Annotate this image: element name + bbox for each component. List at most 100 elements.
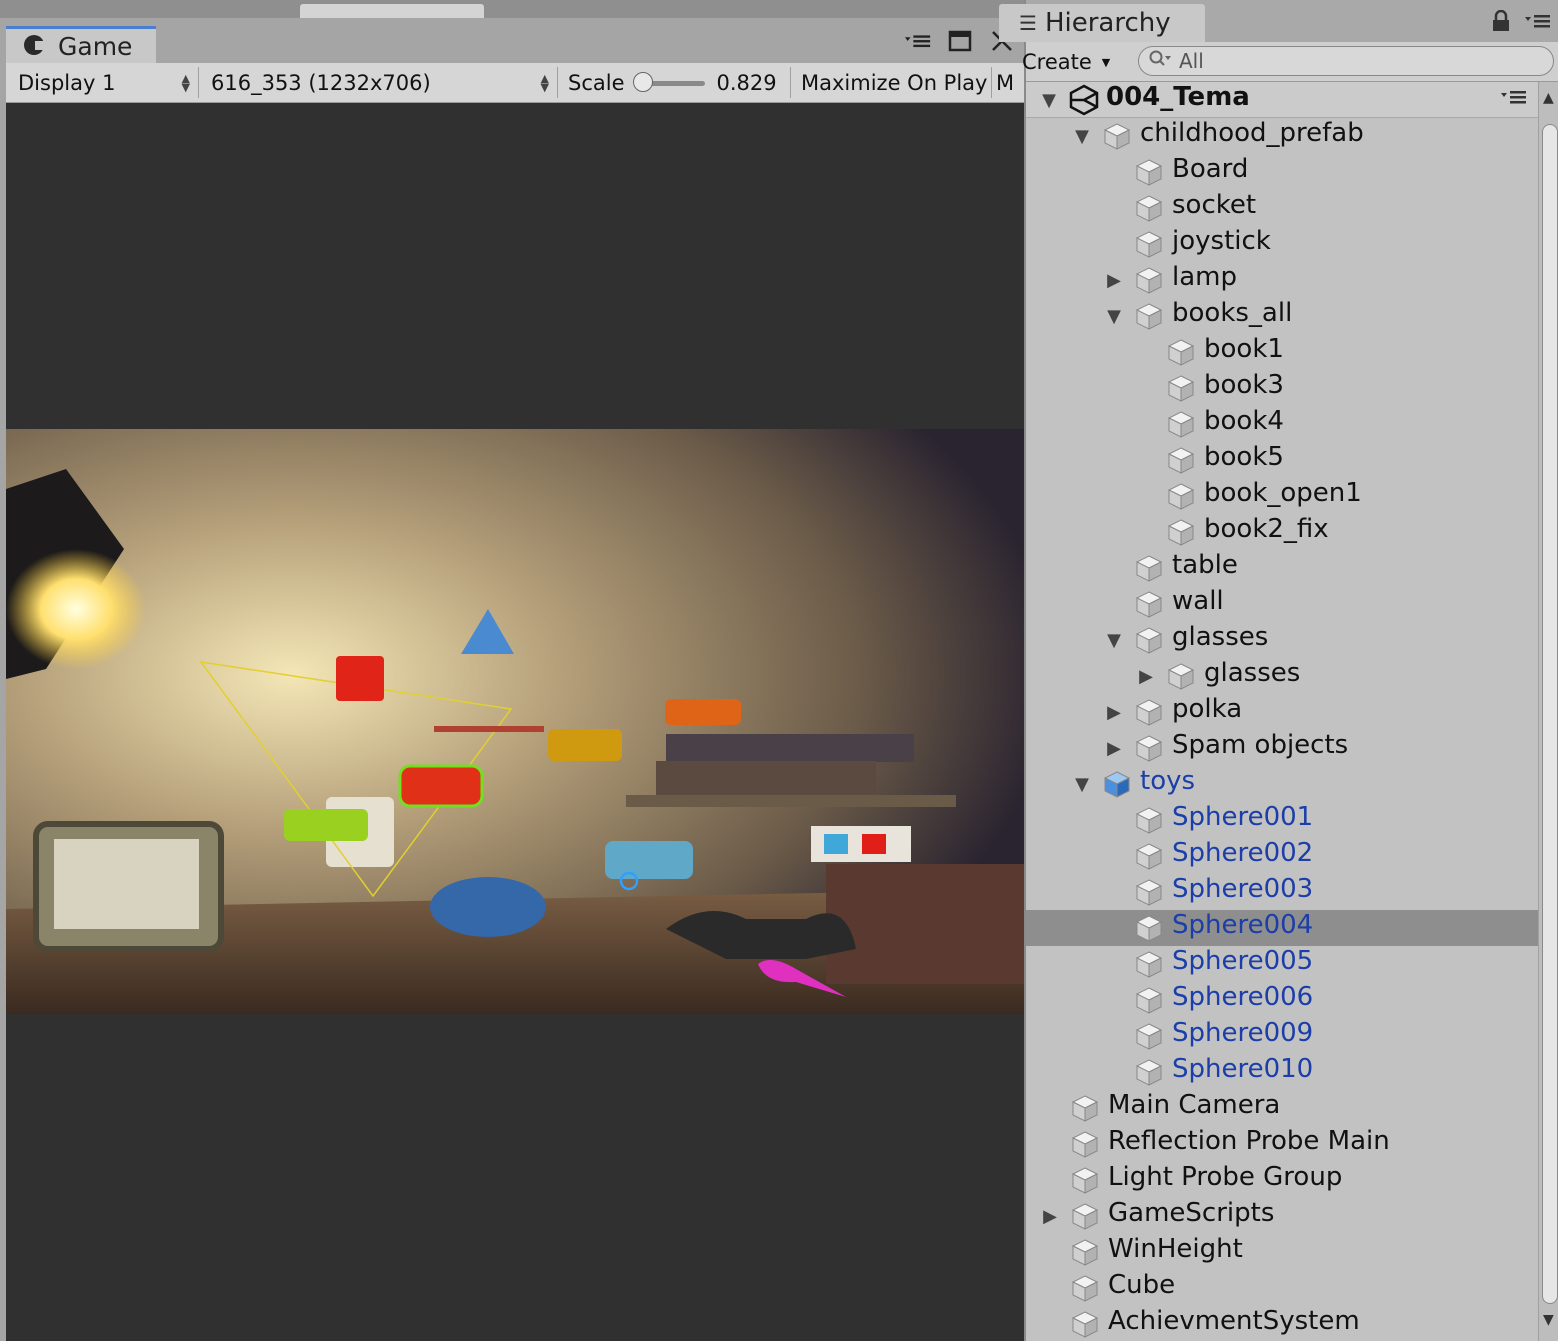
red-capsule [398, 764, 484, 808]
hierarchy-item[interactable]: table [1026, 550, 1538, 586]
hierarchy-item[interactable]: AchievmentSystem [1026, 1306, 1538, 1341]
hierarchy-item[interactable]: Sphere004 [1026, 910, 1538, 946]
game-pacman-icon [24, 35, 47, 57]
hierarchy-item-label: socket [1172, 190, 1257, 220]
hierarchy-item[interactable]: Sphere002 [1026, 838, 1538, 874]
hierarchy-item[interactable]: ▶ GameScripts [1026, 1198, 1538, 1234]
red-block [336, 656, 384, 701]
hierarchy-item-label: polka [1172, 694, 1243, 724]
hierarchy-item-label: Sphere003 [1172, 874, 1314, 904]
foldout-closed-icon[interactable]: ▶ [1104, 270, 1124, 291]
hierarchy-item-label: book1 [1204, 334, 1284, 364]
mute-audio-toggle[interactable]: M [992, 63, 1012, 102]
hierarchy-scroll-thumb[interactable] [1542, 124, 1558, 1304]
hierarchy-item-label: book4 [1204, 406, 1284, 436]
hierarchy-item[interactable]: Sphere010 [1026, 1054, 1538, 1090]
hierarchy-item[interactable]: ▶ lamp [1026, 262, 1538, 298]
hierarchy-item[interactable]: ▼ childhood_prefab [1026, 118, 1538, 154]
scene-name: 004_Tema [1106, 82, 1250, 112]
panel-menu-icon[interactable] [904, 28, 932, 54]
resolution-value: 616_353 (1232x706) [211, 70, 431, 95]
hierarchy-item-label: Sphere009 [1172, 1018, 1314, 1048]
gameobject-cube-icon [1166, 373, 1196, 403]
scale-slider-knob[interactable] [632, 71, 653, 92]
gameobject-cube-icon [1070, 1129, 1100, 1159]
hierarchy-tab[interactable]: ☰ Hierarchy [999, 4, 1205, 42]
create-dropdown-button[interactable]: Create ▼ [1022, 48, 1110, 76]
hierarchy-item[interactable]: Light Probe Group [1026, 1162, 1538, 1198]
hierarchy-search-field[interactable] [1138, 46, 1554, 76]
gameobject-cube-icon [1134, 877, 1164, 907]
game-scene-image [6, 429, 1024, 1014]
hierarchy-item[interactable]: ▶ glasses [1026, 658, 1538, 694]
panel-menu-icon[interactable] [1524, 12, 1552, 35]
hierarchy-item-label: WinHeight [1108, 1234, 1243, 1264]
hierarchy-item[interactable]: Sphere005 [1026, 946, 1538, 982]
hierarchy-item[interactable]: book5 [1026, 442, 1538, 478]
foldout-open-icon[interactable]: ▼ [1072, 126, 1092, 147]
hierarchy-search-input[interactable] [1179, 49, 1479, 73]
gameobject-cube-icon [1070, 1273, 1100, 1303]
game-viewport[interactable] [6, 103, 1024, 1341]
foldout-open-icon[interactable]: ▼ [1104, 306, 1124, 327]
foldout-closed-icon[interactable]: ▶ [1104, 738, 1124, 759]
scene-header-row[interactable]: ▼ 004_Tema [1026, 82, 1538, 118]
hierarchy-item[interactable]: Sphere003 [1026, 874, 1538, 910]
hierarchy-item-label: book3 [1204, 370, 1284, 400]
list-icon: ☰ [1019, 11, 1037, 35]
unity-logo-icon [1068, 84, 1100, 120]
hierarchy-item[interactable]: ▼ books_all [1026, 298, 1538, 334]
hierarchy-item[interactable]: socket [1026, 190, 1538, 226]
hierarchy-item-label: Main Camera [1108, 1090, 1281, 1120]
display-dropdown[interactable]: Display 1 ▲ ▼ [6, 63, 198, 102]
resolution-dropdown[interactable]: 616_353 (1232x706) ▲ ▼ [199, 63, 557, 102]
hierarchy-item[interactable]: ▼ glasses [1026, 622, 1538, 658]
hierarchy-item-label: glasses [1172, 622, 1269, 652]
game-render[interactable] [6, 429, 1024, 1014]
scene-menu-icon[interactable] [1500, 88, 1528, 110]
hierarchy-item[interactable]: Sphere001 [1026, 802, 1538, 838]
foldout-open-icon[interactable]: ▼ [1039, 90, 1059, 111]
foldout-open-icon[interactable]: ▼ [1072, 774, 1092, 795]
window-top-strip [0, 0, 1024, 18]
hierarchy-scrollbar[interactable]: ▲ ▼ [1538, 82, 1558, 1341]
maximize-on-play-toggle[interactable]: Maximize On Play [791, 63, 991, 102]
mute-audio-label: M [996, 70, 1012, 95]
hierarchy-item[interactable]: book3 [1026, 370, 1538, 406]
foldout-closed-icon[interactable]: ▶ [1104, 702, 1124, 723]
hierarchy-item[interactable]: book4 [1026, 406, 1538, 442]
hierarchy-item[interactable]: Reflection Probe Main [1026, 1126, 1538, 1162]
foldout-closed-icon[interactable]: ▶ [1040, 1206, 1060, 1227]
hierarchy-item[interactable]: Sphere006 [1026, 982, 1538, 1018]
scroll-down-icon[interactable]: ▼ [1543, 1312, 1554, 1328]
hierarchy-item[interactable]: book_open1 [1026, 478, 1538, 514]
hierarchy-item-label: Sphere004 [1172, 910, 1314, 940]
hierarchy-item[interactable]: book2_fix [1026, 514, 1538, 550]
hierarchy-item[interactable]: WinHeight [1026, 1234, 1538, 1270]
hierarchy-item-label: lamp [1172, 262, 1237, 292]
hierarchy-item[interactable]: Cube [1026, 1270, 1538, 1306]
hierarchy-item[interactable]: book1 [1026, 334, 1538, 370]
hierarchy-item[interactable]: wall [1026, 586, 1538, 622]
foldout-open-icon[interactable]: ▼ [1104, 630, 1124, 651]
maximize-icon[interactable] [946, 28, 974, 54]
hierarchy-tab-label: Hierarchy [1044, 8, 1171, 38]
hierarchy-item[interactable]: ▶ polka [1026, 694, 1538, 730]
hierarchy-item[interactable]: Board [1026, 154, 1538, 190]
hierarchy-item[interactable]: Main Camera [1026, 1090, 1538, 1126]
hierarchy-item[interactable]: ▶ Spam objects [1026, 730, 1538, 766]
lock-icon[interactable] [1492, 9, 1510, 37]
scroll-up-icon[interactable]: ▲ [1543, 90, 1554, 106]
maximize-on-play-label: Maximize On Play [801, 70, 988, 95]
hierarchy-item[interactable]: joystick [1026, 226, 1538, 262]
foldout-closed-icon[interactable]: ▶ [1136, 666, 1156, 687]
hierarchy-item-label: book5 [1204, 442, 1284, 472]
background-tab[interactable] [300, 4, 484, 18]
hierarchy-item-label: Sphere001 [1172, 802, 1314, 832]
hierarchy-item[interactable]: ▼ toys [1026, 766, 1538, 802]
game-tab[interactable]: Game [6, 26, 156, 63]
scale-slider[interactable] [632, 71, 705, 92]
book-stack-shelf [656, 761, 876, 795]
gameobject-cube-icon [1134, 229, 1164, 259]
hierarchy-item[interactable]: Sphere009 [1026, 1018, 1538, 1054]
